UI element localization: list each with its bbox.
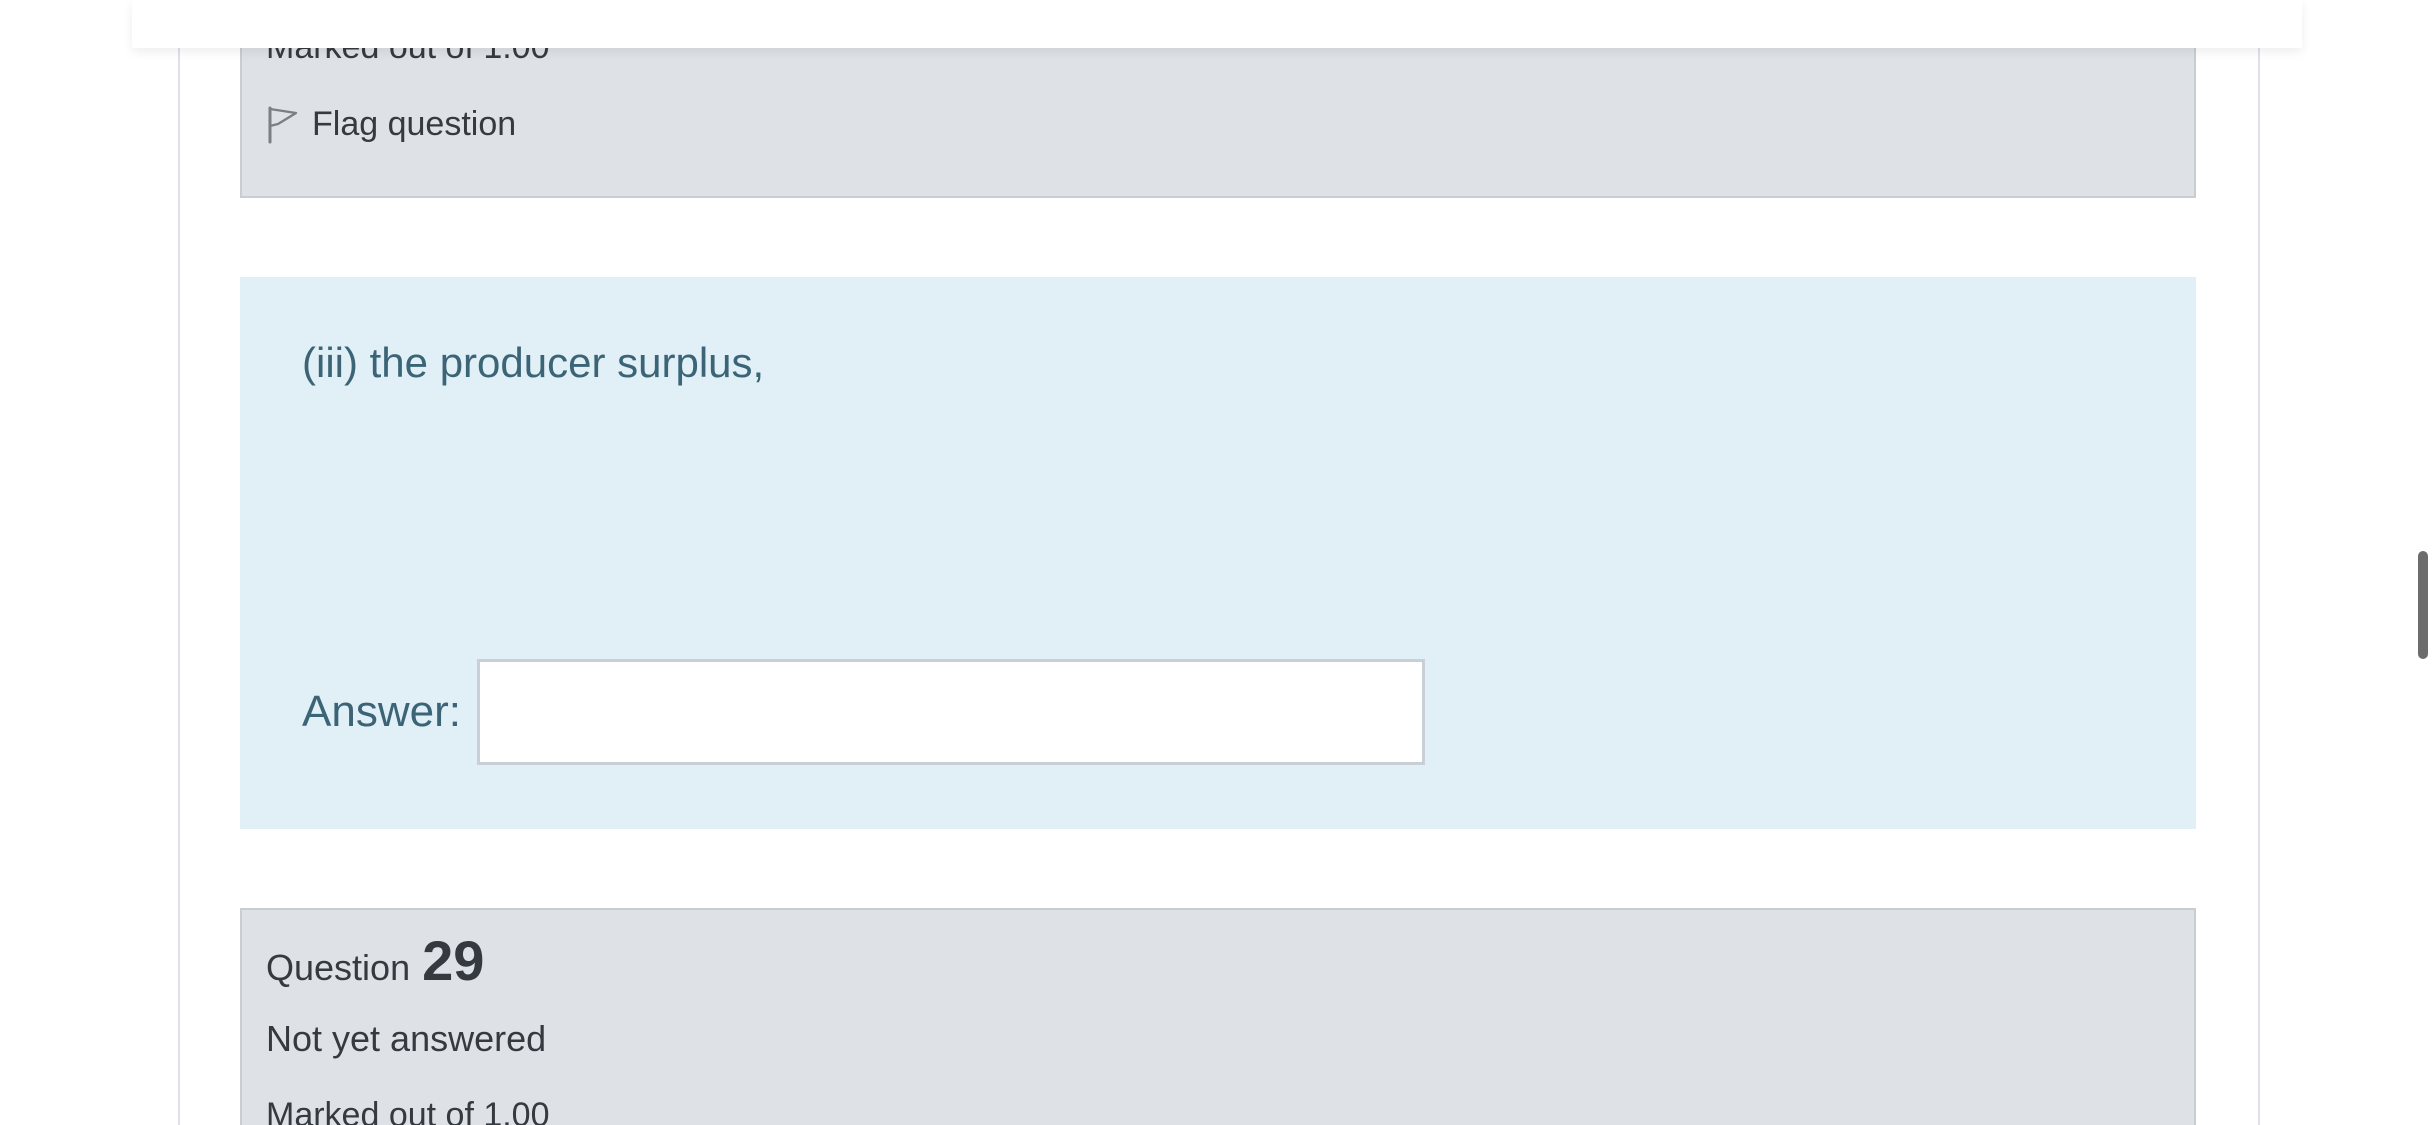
next-question-info: Question 29 Not yet answered Marked out …	[240, 908, 2196, 1125]
scrollbar-thumb[interactable]	[2418, 551, 2428, 659]
question-number: 29	[422, 929, 485, 992]
marked-out-of: Marked out of 1.00	[266, 1096, 550, 1125]
answer-row: Answer:	[302, 659, 1425, 765]
question-number-row: Question 29	[266, 928, 484, 993]
question-word: Question	[266, 947, 411, 988]
quiz-viewport: Marked out of 1.00 Flag question (iii) t…	[0, 0, 2436, 1125]
question-status: Not yet answered	[266, 1018, 547, 1059]
top-navbar	[132, 0, 2302, 48]
question-content: (iii) the producer surplus, Answer:	[240, 277, 2196, 829]
question-text: (iii) the producer surplus,	[302, 339, 765, 386]
flag-question-label: Flag question	[312, 104, 517, 143]
answer-input[interactable]	[476, 659, 1425, 765]
answer-label: Answer:	[302, 687, 461, 736]
flag-icon	[266, 104, 300, 144]
flag-question-link[interactable]: Flag question	[266, 104, 516, 144]
